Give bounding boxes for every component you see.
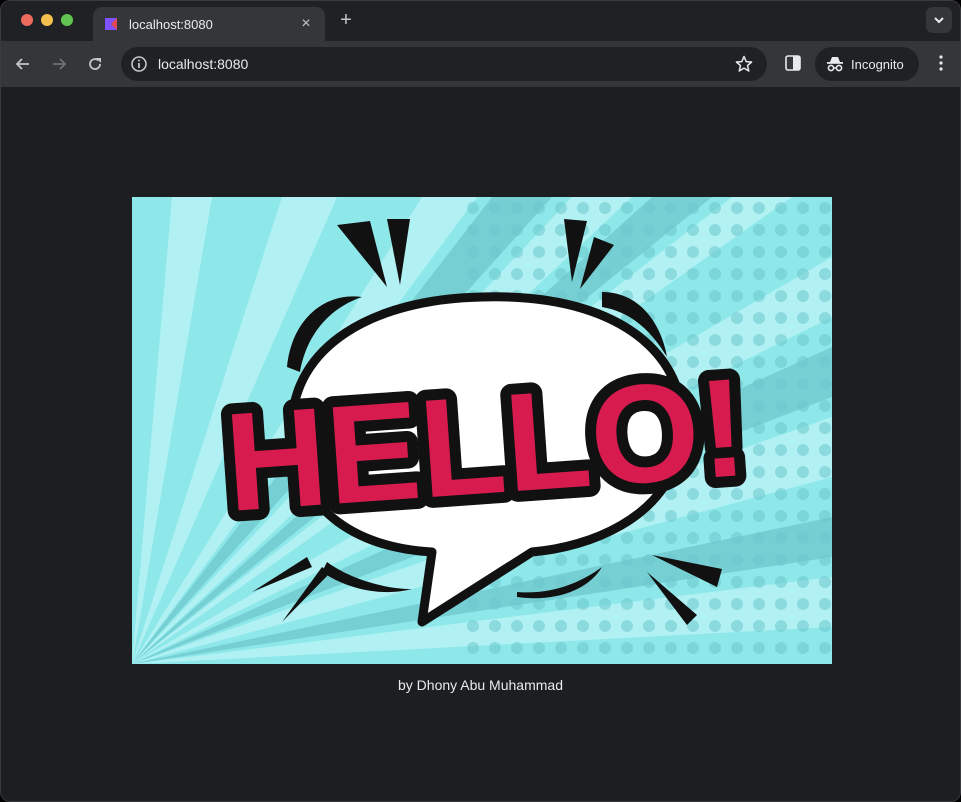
close-window-button[interactable] <box>21 14 33 26</box>
maximize-window-button[interactable] <box>61 14 73 26</box>
incognito-icon <box>827 57 843 72</box>
profile-button[interactable]: Incognito <box>815 47 919 81</box>
arrow-left-icon <box>15 58 29 70</box>
tab-title: localhost:8080 <box>129 16 213 32</box>
arrow-right-icon <box>53 58 67 70</box>
page-content: HELLO! HELLO! by Dhony Abu Muhammad <box>1 87 960 801</box>
window-controls <box>21 14 73 26</box>
minimize-window-button[interactable] <box>41 14 53 26</box>
new-tab-button[interactable]: + <box>335 9 357 33</box>
site-info-icon[interactable] <box>130 55 148 73</box>
kotlin-favicon-icon <box>105 18 117 30</box>
reload-button[interactable] <box>83 52 107 76</box>
chevron-down-icon <box>934 17 944 24</box>
url-text[interactable]: localhost:8080 <box>158 56 248 72</box>
tab-search-button[interactable] <box>926 7 952 33</box>
image-caption: by Dhony Abu Muhammad <box>398 677 563 693</box>
toolbar: localhost:8080 Incognito <box>1 41 960 87</box>
tab-strip: localhost:8080 × + <box>1 1 960 41</box>
reload-icon <box>89 58 101 70</box>
back-button[interactable] <box>11 52 35 76</box>
tab-close-icon[interactable]: × <box>297 15 315 33</box>
more-menu-icon[interactable] <box>931 53 951 73</box>
bookmark-star-icon[interactable] <box>735 55 753 73</box>
side-panel-icon[interactable] <box>783 53 803 73</box>
address-bar[interactable]: localhost:8080 <box>121 47 767 81</box>
hello-image: HELLO! HELLO! <box>132 197 832 664</box>
forward-button[interactable] <box>47 52 71 76</box>
tab-localhost[interactable]: localhost:8080 × <box>93 7 325 41</box>
profile-label: Incognito <box>851 57 904 72</box>
browser-window: localhost:8080 × + localhost:8080 Incogn… <box>0 0 961 802</box>
hello-comic-illustration: HELLO! HELLO! <box>132 197 832 664</box>
